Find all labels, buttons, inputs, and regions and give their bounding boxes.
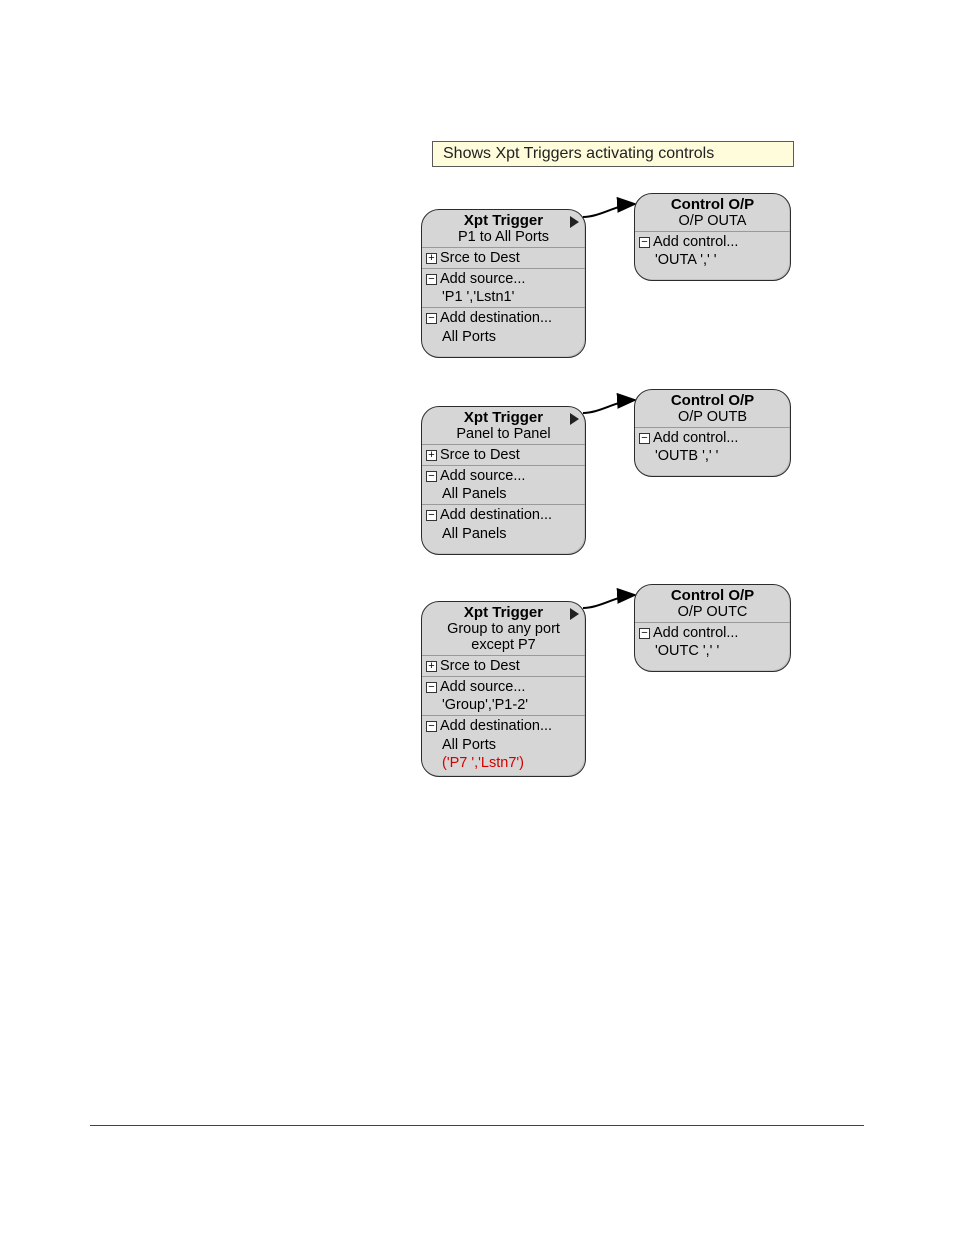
- row-text: Add source...: [440, 271, 525, 287]
- control-op-node-3[interactable]: Control O/P O/P OUTC −Add control... 'OUT…: [634, 584, 791, 672]
- node-row[interactable]: −Add control... 'OUTC ',' ': [635, 622, 790, 661]
- node-rows: +Srce to Dest−Add source...All Panels−Ad…: [422, 444, 585, 544]
- row-text: 'Group','P1-2': [442, 697, 528, 713]
- node-title: Control O/P: [635, 585, 790, 604]
- node-rows: −Add control... 'OUTC ',' ': [635, 622, 790, 661]
- footer-rule: [90, 1125, 864, 1126]
- diagram-label: Shows Xpt Triggers activating controls: [432, 141, 794, 167]
- node-rows: −Add control... 'OUTB ',' ': [635, 427, 790, 466]
- node-title: Control O/P: [635, 390, 790, 409]
- row-text: 'OUTC ',' ': [655, 643, 719, 659]
- collapse-minus-icon[interactable]: −: [426, 313, 437, 324]
- collapse-minus-icon[interactable]: −: [426, 682, 437, 693]
- diagram-label-text: Shows Xpt Triggers activating controls: [443, 145, 714, 162]
- row-text: All Ports: [442, 329, 496, 345]
- xpt-trigger-node-1[interactable]: Xpt Trigger P1 to All Ports +Srce to Des…: [421, 209, 586, 358]
- row-text: All Panels: [442, 486, 506, 502]
- node-title: Xpt Trigger: [422, 602, 585, 621]
- node-row[interactable]: −Add destination... All Ports ('P7 ','Lstn…: [422, 715, 585, 772]
- node-row[interactable]: −Add control... 'OUTB ',' ': [635, 427, 790, 466]
- node-rows: +Srce to Dest−Add source...'P1 ','Lstn1'…: [422, 247, 585, 347]
- row-text: 'OUTA ',' ': [655, 252, 717, 268]
- node-subtitle: O/P OUTA: [635, 213, 790, 231]
- node-subtitle: P1 to All Ports: [422, 229, 585, 247]
- node-title: Xpt Trigger: [422, 210, 585, 229]
- row-text: ('P7 ','Lstn7'): [442, 755, 524, 771]
- expand-plus-icon[interactable]: +: [426, 661, 437, 672]
- xpt-trigger-node-3[interactable]: Xpt Trigger Group to any port except P7 …: [421, 601, 586, 777]
- node-subtitle: O/P OUTB: [635, 409, 790, 427]
- node-row[interactable]: −Add destination... All Ports: [422, 307, 585, 346]
- expand-plus-icon[interactable]: +: [426, 253, 437, 264]
- collapse-minus-icon[interactable]: −: [639, 237, 650, 248]
- output-arrow-icon: [570, 216, 579, 228]
- row-text: Srce to Dest: [440, 447, 520, 463]
- output-arrow-icon: [570, 413, 579, 425]
- output-arrow-icon: [570, 608, 579, 620]
- row-text: Add control...: [653, 625, 738, 641]
- collapse-minus-icon[interactable]: −: [426, 274, 437, 285]
- row-text: Add destination...: [440, 310, 552, 326]
- node-row[interactable]: −Add source... 'Group','P1-2': [422, 676, 585, 715]
- node-title: Control O/P: [635, 194, 790, 213]
- row-text: Add control...: [653, 430, 738, 446]
- node-row[interactable]: −Add control... 'OUTA ',' ': [635, 231, 790, 270]
- row-text: All Ports: [442, 737, 496, 753]
- collapse-minus-icon[interactable]: −: [426, 510, 437, 521]
- row-text: Srce to Dest: [440, 250, 520, 266]
- node-row[interactable]: +Srce to Dest: [422, 444, 585, 465]
- collapse-minus-icon[interactable]: −: [426, 721, 437, 732]
- row-text: Add control...: [653, 234, 738, 250]
- node-subtitle: Group to any port except P7: [422, 621, 585, 655]
- row-text: Add source...: [440, 468, 525, 484]
- row-text: Srce to Dest: [440, 658, 520, 674]
- collapse-minus-icon[interactable]: −: [639, 628, 650, 639]
- collapse-minus-icon[interactable]: −: [639, 433, 650, 444]
- xpt-trigger-node-2[interactable]: Xpt Trigger Panel to Panel +Srce to Dest…: [421, 406, 586, 555]
- node-rows: +Srce to Dest−Add source...'Group','P1-2…: [422, 655, 585, 773]
- node-row[interactable]: −Add source... All Panels: [422, 465, 585, 504]
- node-rows: −Add control... 'OUTA ',' ': [635, 231, 790, 270]
- node-title: Xpt Trigger: [422, 407, 585, 426]
- row-text: 'P1 ','Lstn1': [442, 289, 514, 305]
- node-row[interactable]: −Add destination... All Panels: [422, 504, 585, 543]
- node-row[interactable]: +Srce to Dest: [422, 655, 585, 676]
- node-subtitle: Panel to Panel: [422, 426, 585, 444]
- row-text: Add destination...: [440, 718, 552, 734]
- node-row[interactable]: −Add source... 'P1 ','Lstn1': [422, 268, 585, 307]
- collapse-minus-icon[interactable]: −: [426, 471, 437, 482]
- row-text: All Panels: [442, 526, 506, 542]
- node-row[interactable]: +Srce to Dest: [422, 247, 585, 268]
- row-text: Add source...: [440, 679, 525, 695]
- control-op-node-1[interactable]: Control O/P O/P OUTA −Add control... 'OUT…: [634, 193, 791, 281]
- control-op-node-2[interactable]: Control O/P O/P OUTB −Add control... 'OUT…: [634, 389, 791, 477]
- row-text: 'OUTB ',' ': [655, 448, 718, 464]
- row-text: Add destination...: [440, 507, 552, 523]
- expand-plus-icon[interactable]: +: [426, 450, 437, 461]
- node-subtitle: O/P OUTC: [635, 604, 790, 622]
